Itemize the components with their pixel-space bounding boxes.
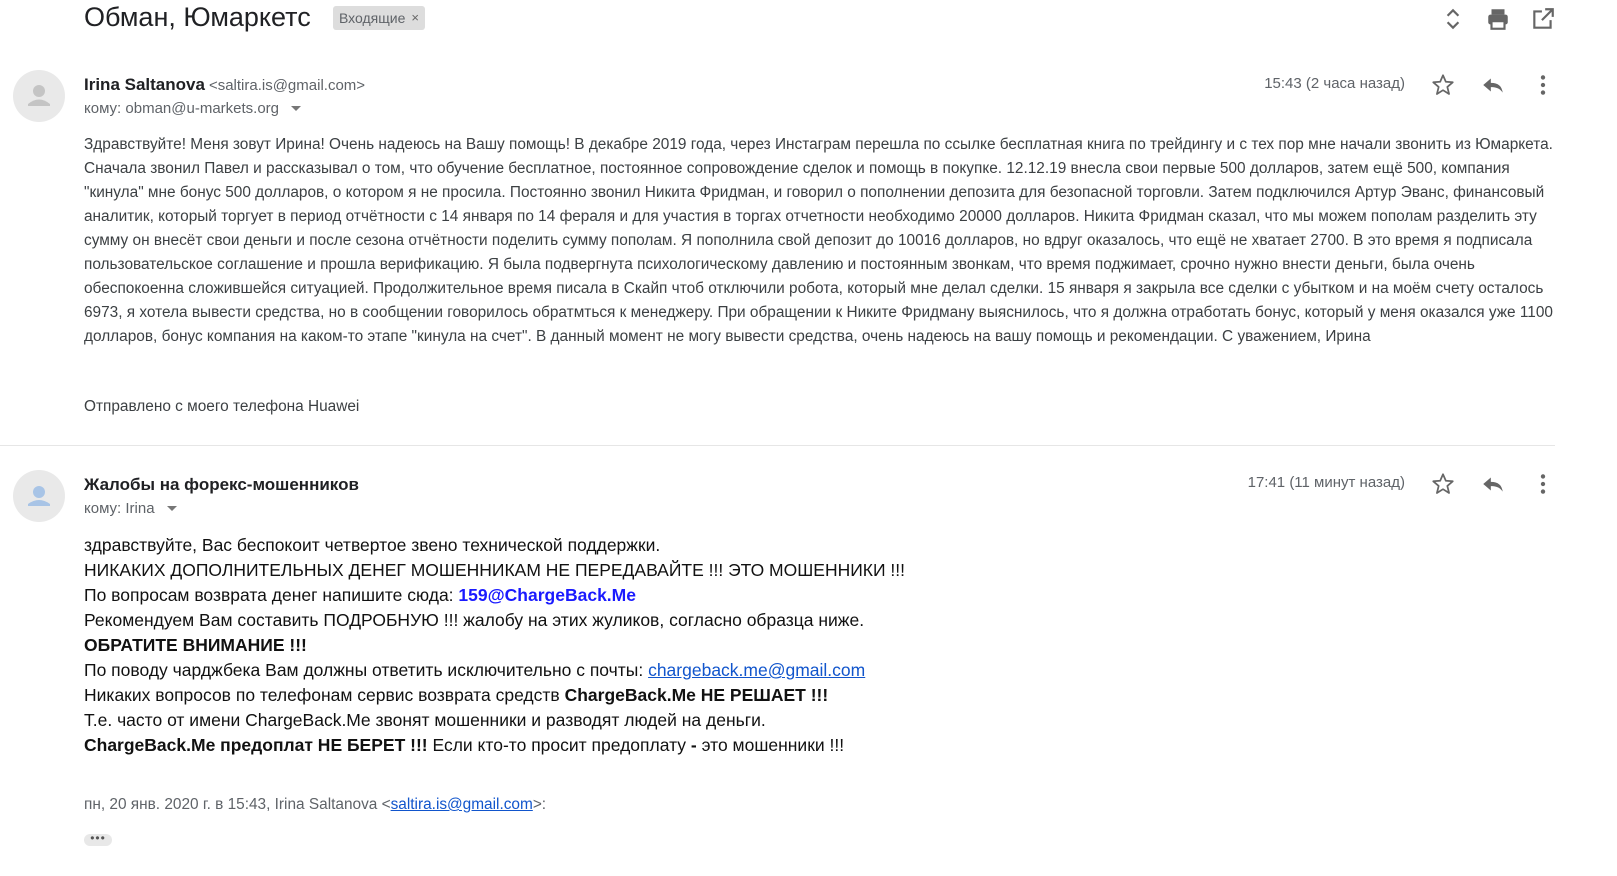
star-icon[interactable] <box>1430 72 1456 98</box>
quoted-header: пн, 20 янв. 2020 г. в 15:43, Irina Salta… <box>84 796 547 813</box>
avatar <box>13 70 65 122</box>
message-divider <box>0 445 1555 446</box>
body-line: Рекомендуем Вам составить ПОДРОБНУЮ !!! … <box>84 610 865 630</box>
label-chip-inbox[interactable]: Входящие × <box>333 6 425 30</box>
chargeback-email-link[interactable]: 159@ChargeBack.Me <box>458 585 636 605</box>
thread-subject: Обман, Юмаркетс <box>84 2 311 32</box>
reply-icon[interactable] <box>1480 72 1506 98</box>
body-line: По поводу чарджбека Вам должны ответить … <box>84 660 866 680</box>
body-line: ChargeBack.Me предоплат НЕ БЕРЕТ !!! Есл… <box>84 735 845 755</box>
recipient-line: кому: obman@u-markets.org <box>84 100 302 117</box>
body-line: НИКАКИХ ДОПОЛНИТЕЛЬНЫХ ДЕНЕГ МОШЕННИКАМ … <box>84 560 906 580</box>
open-in-new-window-icon[interactable] <box>1530 6 1556 32</box>
show-trimmed-content-button[interactable]: ••• <box>84 832 112 846</box>
avatar <box>13 470 65 522</box>
show-details-chevron-icon[interactable] <box>166 506 177 511</box>
more-options-icon[interactable] <box>1530 72 1556 98</box>
message-time: 17:41 (11 минут назад) <box>1247 474 1405 491</box>
message-body: Здравствуйте! Меня зовут Ирина! Очень на… <box>84 136 1553 345</box>
expand-collapse-icon[interactable] <box>1440 6 1466 32</box>
message-time: 15:43 (2 часа назад) <box>1264 75 1405 92</box>
sender-name: Жалобы на форекс-мошенников <box>84 475 359 494</box>
label-remove-icon[interactable]: × <box>411 6 419 30</box>
star-icon[interactable] <box>1430 471 1456 497</box>
message-signature: Отправлено с моего телефона Huawei <box>84 398 360 415</box>
recipient-line: кому: Irina <box>84 500 177 517</box>
reply-icon[interactable] <box>1480 471 1506 497</box>
print-icon[interactable] <box>1485 6 1511 32</box>
body-line: ОБРАТИТЕ ВНИМАНИЕ !!! <box>84 635 307 655</box>
more-options-icon[interactable] <box>1530 471 1556 497</box>
show-details-chevron-icon[interactable] <box>291 106 302 111</box>
chargeback-gmail-link[interactable]: chargeback.me@gmail.com <box>648 660 865 680</box>
body-line: здравствуйте, Вас беспокоит четвертое зв… <box>84 535 661 555</box>
sender-email: <saltira.is@gmail.com> <box>208 77 366 94</box>
quoted-sender-email-link[interactable]: saltira.is@gmail.com <box>391 796 533 813</box>
body-line: По вопросам возврата денег напишите сюда… <box>84 585 636 605</box>
label-chip-text: Входящие <box>339 10 406 26</box>
sender-name: Irina Saltanova <saltira.is@gmail.com> <box>84 75 366 94</box>
body-line: Никаких вопросов по телефонам сервис воз… <box>84 685 829 705</box>
body-line: Т.е. часто от имени ChargeBack.Me звонят… <box>84 710 766 730</box>
message-body: здравствуйте, Вас беспокоит четвертое зв… <box>84 533 905 758</box>
